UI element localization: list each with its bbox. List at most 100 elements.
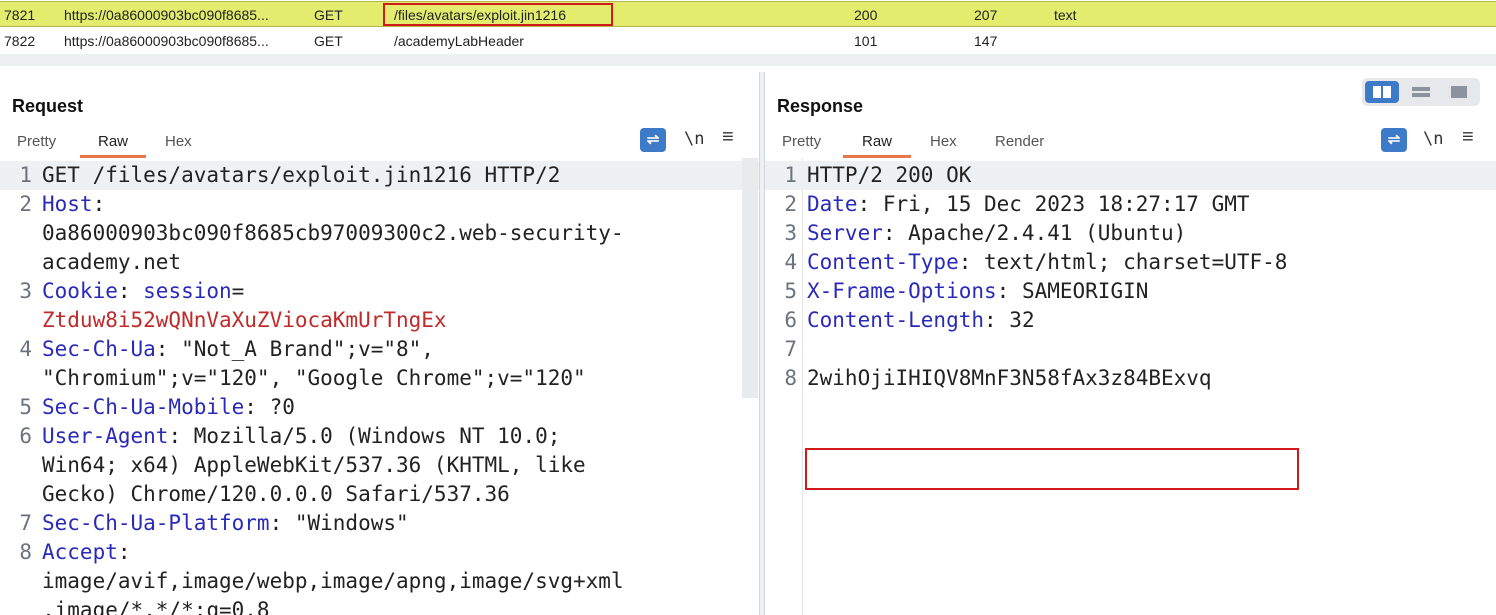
history-id: 7821 (4, 7, 36, 23)
show-newlines-button[interactable]: \n (1423, 129, 1443, 149)
response-editor[interactable]: 1 HTTP/2 200 OK 2 Date: Fri, 15 Dec 2023 18… (765, 158, 1496, 615)
line-number: 2 (784, 192, 797, 216)
response-line: 3 Server: Apache/2.4.41 (Ubuntu) (765, 219, 1496, 248)
history-mime: text (1054, 7, 1077, 23)
line-segment: "Chromium";v="120", "Google Chrome";v="1… (42, 366, 586, 390)
cookie-value: Ztduw8i52wQNnVaXuZViocaKmUrTngEx (42, 308, 447, 332)
line-segment: HTTP/2 200 OK (807, 163, 972, 187)
tab-response-raw[interactable]: Raw (843, 130, 911, 158)
line-segment: : "Not_A Brand";v="8", (155, 337, 434, 361)
response-title: Response (777, 96, 864, 116)
line-number: 6 (19, 424, 32, 448)
header-name: Cookie (42, 279, 118, 303)
line-text: Ztduw8i52wQNnVaXuZViocaKmUrTngEx (42, 306, 447, 335)
layout-toggle-group (1362, 78, 1480, 106)
line-text: Server: Apache/2.4.41 (Ubuntu) (807, 219, 1186, 248)
line-segment: academy.net (42, 250, 182, 274)
request-line: image/avif,image/webp,image/apng,image/s… (0, 567, 759, 596)
show-newlines-button[interactable]: \n (684, 129, 704, 149)
history-method: GET (314, 33, 343, 49)
line-text: 0a86000903bc090f8685cb97009300c2.web-sec… (42, 219, 624, 248)
line-text: Content-Length: 32 (807, 306, 1035, 335)
request-title: Request (12, 96, 84, 116)
request-line: 8 Accept: (0, 538, 759, 567)
path-highlight-box (383, 3, 613, 26)
line-segment: 0a86000903bc090f8685cb97009300c2.web-sec… (42, 221, 624, 245)
line-segment: : Fri, 15 Dec 2023 18:27:17 GMT (857, 192, 1250, 216)
line-segment: 2wihOjiIHIQV8MnF3N58fAx3z84BExvq (807, 366, 1212, 390)
tab-response-render[interactable]: Render (995, 130, 1044, 158)
line-segment: : Apache/2.4.41 (Ubuntu) (882, 221, 1187, 245)
header-name: X-Frame-Options (807, 279, 997, 303)
layout-stacked-icon[interactable] (1404, 81, 1438, 103)
history-row[interactable]: 7822 https://0a86000903bc090f8685... GET… (0, 28, 1496, 54)
line-segment: : 32 (984, 308, 1035, 332)
response-line: 8 2wihOjiIHIQV8MnF3N58fAx3z84BExvq (765, 364, 1496, 393)
line-number: 8 (19, 540, 32, 564)
line-text: X-Frame-Options: SAMEORIGIN (807, 277, 1148, 306)
header-name: Host (42, 192, 93, 216)
line-segment: Gecko) Chrome/120.0.0.0 Safari/537.36 (42, 482, 510, 506)
line-text: Cookie: session= (42, 277, 244, 306)
line-text: Host: (42, 190, 105, 219)
request-pane: Request Pretty Raw Hex ⇌ \n ≡ 1 GET /file… (0, 72, 760, 615)
tab-request-raw[interactable]: Raw (80, 130, 146, 158)
request-line: Win64; x64) AppleWebKit/537.36 (KHTML, l… (0, 451, 759, 480)
line-number: 4 (19, 337, 32, 361)
line-number: 7 (19, 511, 32, 535)
request-line: 3 Cookie: session= (0, 277, 759, 306)
line-number: 3 (784, 221, 797, 245)
line-text: Sec-Ch-Ua-Mobile: ?0 (42, 393, 295, 422)
history-horizontal-scrollbar[interactable] (0, 54, 1496, 66)
header-name: Server (807, 221, 883, 245)
tab-response-hex[interactable]: Hex (930, 130, 957, 158)
header-name: User-Agent (42, 424, 169, 448)
line-number: 2 (19, 192, 32, 216)
request-line: 0a86000903bc090f8685cb97009300c2.web-sec… (0, 219, 759, 248)
menu-icon[interactable]: ≡ (722, 126, 734, 149)
line-segment: image/avif,image/webp,image/apng,image/s… (42, 569, 624, 593)
line-segment: : Mozilla/5.0 (Windows NT 10.0; (168, 424, 561, 448)
word-wrap-icon[interactable]: ⇌ (1381, 128, 1407, 152)
response-line: 2 Date: Fri, 15 Dec 2023 18:27:17 GMT (765, 190, 1496, 219)
line-number: 6 (784, 308, 797, 332)
word-wrap-icon[interactable]: ⇌ (640, 128, 666, 152)
response-pane: Response Pretty Raw Hex Render ⇌ \n ≡ 1H… (764, 72, 1496, 615)
history-status: 101 (854, 33, 878, 49)
line-segment: : (92, 192, 106, 216)
line-number: 3 (19, 279, 32, 303)
history-row-selected[interactable]: 7821 https://0a86000903bc090f8685... GET… (0, 1, 1496, 27)
line-number: 5 (784, 279, 797, 303)
line-text: academy.net (42, 248, 181, 277)
line-segment: : ?0 (244, 395, 295, 419)
request-scrollbar[interactable] (742, 158, 758, 398)
line-text: GET /files/avatars/exploit.jin1216 HTTP/… (42, 161, 560, 190)
line-text: image/avif,image/webp,image/apng,image/s… (42, 567, 624, 596)
line-segment: = (231, 279, 245, 303)
header-name: Date (807, 192, 858, 216)
response-body-highlight-box (805, 448, 1299, 490)
header-name: session (143, 279, 232, 303)
line-text: 2wihOjiIHIQV8MnF3N58fAx3z84BExvq (807, 364, 1212, 393)
response-line: 7 (765, 335, 1496, 364)
line-number: 4 (784, 250, 797, 274)
line-number: 1 (19, 163, 32, 187)
layout-side-by-side-icon[interactable] (1365, 81, 1399, 103)
header-name: Content-Type (807, 250, 959, 274)
line-text: Date: Fri, 15 Dec 2023 18:27:17 GMT (807, 190, 1250, 219)
request-line: Gecko) Chrome/120.0.0.0 Safari/537.36 (0, 480, 759, 509)
line-segment: GET /files/avatars/exploit.jin1216 HTTP/… (42, 163, 561, 187)
tab-request-hex[interactable]: Hex (165, 130, 192, 158)
request-editor[interactable]: 1 GET /files/avatars/exploit.jin1216 HTTP… (0, 158, 759, 615)
tab-request-pretty[interactable]: Pretty (17, 130, 56, 158)
response-line: 1 HTTP/2 200 OK (765, 161, 1496, 190)
line-text: HTTP/2 200 OK (807, 161, 971, 190)
line-number: 7 (784, 337, 797, 361)
menu-icon[interactable]: ≡ (1462, 126, 1474, 149)
tab-response-pretty[interactable]: Pretty (782, 130, 821, 158)
header-name: Sec-Ch-Ua-Mobile (42, 395, 245, 419)
line-segment: : text/html; charset=UTF-8 (958, 250, 1288, 274)
history-length: 207 (974, 7, 998, 23)
header-name: Sec-Ch-Ua (42, 337, 156, 361)
layout-tabs-icon[interactable] (1442, 81, 1476, 103)
